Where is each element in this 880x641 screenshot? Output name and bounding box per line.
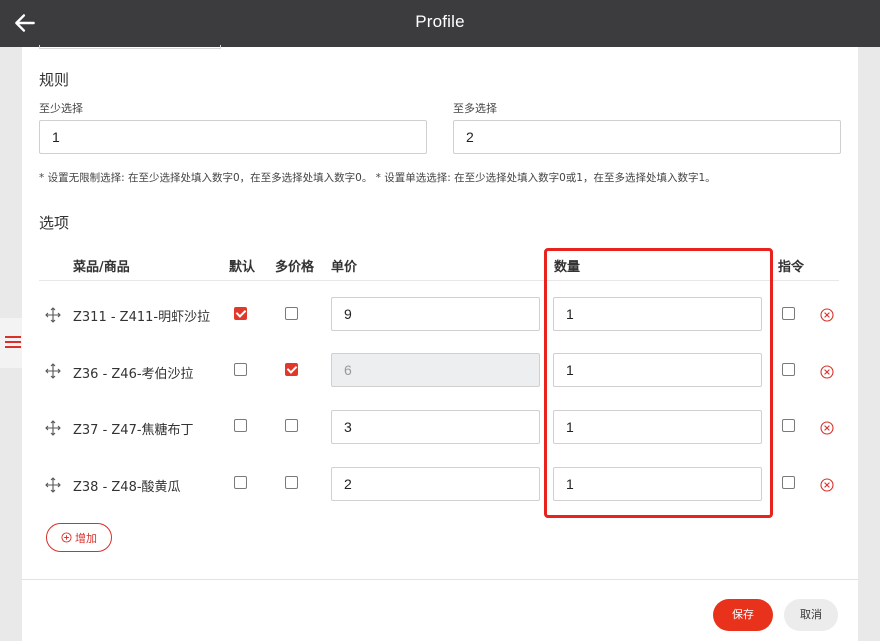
multi-price-checkbox[interactable]	[285, 307, 298, 320]
multi-price-checkbox[interactable]	[285, 476, 298, 489]
column-header-command: 指令	[778, 260, 805, 275]
circle-x-icon[interactable]	[820, 478, 834, 492]
column-header-multi-price: 多价格	[275, 260, 315, 275]
move-icon[interactable]	[45, 307, 61, 323]
price-input: 6	[331, 353, 540, 387]
item-name: Z36 - Z46-考伯沙拉	[73, 367, 194, 382]
rules-hint: * 设置无限制选择: 在至少选择处填入数字0，在至多选择处填入数字0。 * 设置…	[39, 172, 716, 184]
multi-price-checkbox[interactable]	[285, 363, 298, 376]
command-checkbox[interactable]	[782, 476, 795, 489]
column-header-price: 单价	[331, 260, 358, 275]
move-icon[interactable]	[45, 363, 61, 379]
price-input[interactable]: 3	[331, 410, 540, 444]
plus-circle-icon	[61, 532, 72, 543]
quantity-input[interactable]: 1	[553, 353, 762, 387]
default-checkbox[interactable]	[234, 419, 247, 432]
options-section-title: 选项	[39, 214, 70, 232]
rules-section-title: 规则	[39, 71, 70, 89]
table-header-divider	[39, 280, 839, 281]
option-group-dialog: 规则 至少选择 至多选择 1 2 * 设置无限制选择: 在至少选择处填入数字0，…	[22, 45, 858, 641]
command-checkbox[interactable]	[782, 307, 795, 320]
multi-price-checkbox[interactable]	[285, 419, 298, 432]
column-header-item: 菜品/商品	[73, 260, 130, 275]
circle-x-icon[interactable]	[820, 308, 834, 322]
move-icon[interactable]	[45, 477, 61, 493]
max-select-label: 至多选择	[453, 102, 497, 115]
min-select-label: 至少选择	[39, 102, 83, 115]
circle-x-icon[interactable]	[820, 421, 834, 435]
command-checkbox[interactable]	[782, 419, 795, 432]
move-icon[interactable]	[45, 420, 61, 436]
quantity-input[interactable]: 1	[553, 410, 762, 444]
min-select-input[interactable]: 1	[39, 120, 427, 154]
max-select-input[interactable]: 2	[453, 120, 841, 154]
add-option-label: 增加	[75, 531, 97, 545]
save-button[interactable]: 保存	[713, 599, 773, 631]
footer-divider	[22, 579, 858, 580]
page-title: Profile	[415, 12, 465, 31]
default-checkbox[interactable]	[234, 363, 247, 376]
hamburger-icon[interactable]	[5, 336, 21, 351]
background-panel-edge	[0, 318, 22, 368]
top-bar: Profile	[0, 0, 880, 47]
column-header-default: 默认	[229, 260, 256, 275]
default-checkbox[interactable]	[234, 307, 247, 320]
price-input[interactable]: 2	[331, 467, 540, 501]
column-header-quantity: 数量	[554, 260, 581, 275]
item-name: Z38 - Z48-酸黄瓜	[73, 480, 181, 495]
command-checkbox[interactable]	[782, 363, 795, 376]
default-checkbox[interactable]	[234, 476, 247, 489]
quantity-input[interactable]: 1	[553, 467, 762, 501]
cancel-button[interactable]: 取消	[784, 599, 838, 631]
add-option-button[interactable]: 增加	[46, 523, 112, 552]
quantity-input[interactable]: 1	[553, 297, 762, 331]
item-name: Z311 - Z411-明虾沙拉	[73, 310, 211, 325]
item-name: Z37 - Z47-焦糖布丁	[73, 423, 194, 438]
price-input[interactable]: 9	[331, 297, 540, 331]
circle-x-icon[interactable]	[820, 365, 834, 379]
previous-field-edge	[39, 45, 221, 49]
